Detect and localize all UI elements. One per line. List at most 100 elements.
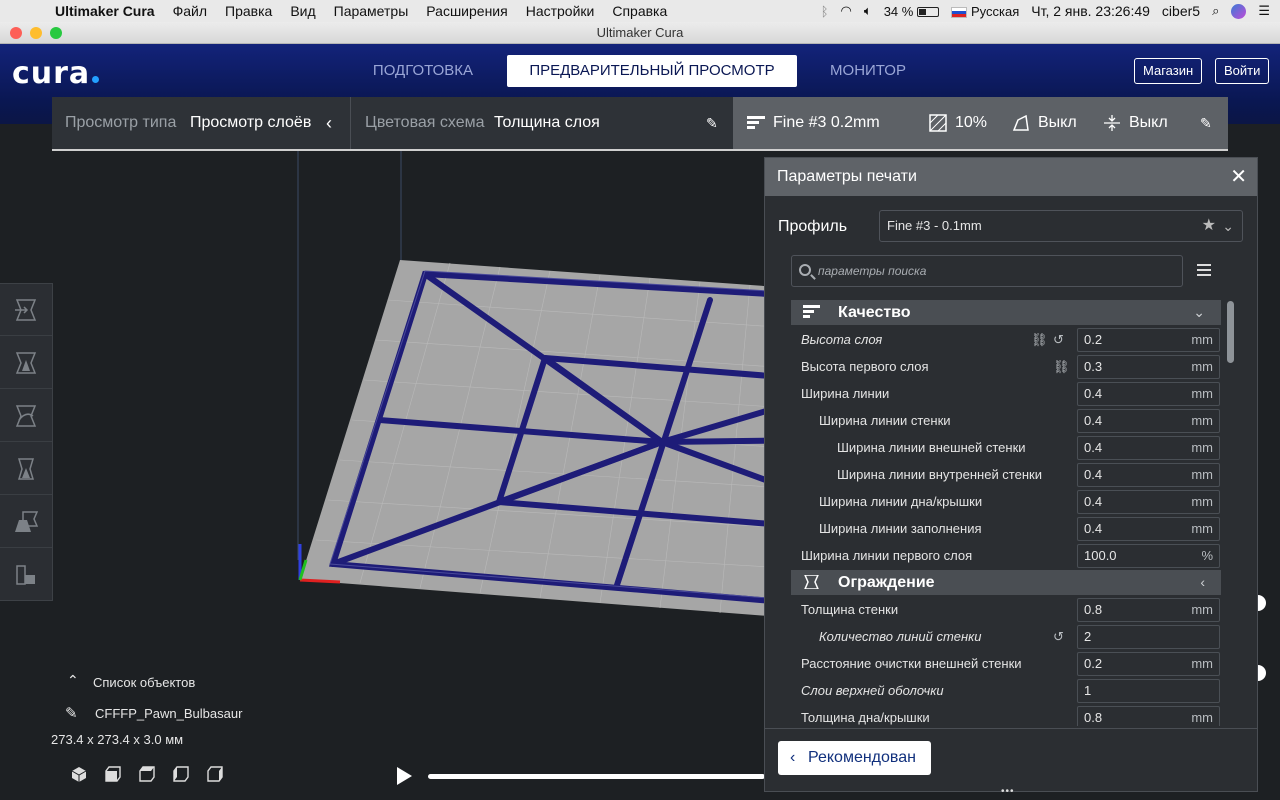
pencil-icon[interactable]: ✎ (65, 704, 78, 722)
notification-center-icon[interactable]: ☰ (1258, 3, 1270, 19)
setting-value-input[interactable]: 2 (1077, 625, 1220, 649)
rotate-icon (15, 404, 37, 427)
stage-monitor[interactable]: МОНИТОР (815, 55, 921, 87)
volume-icon[interactable]: 🔈︎ (864, 3, 872, 19)
link-icon[interactable]: ⛓ (1031, 326, 1048, 353)
panel-title: Параметры печати (777, 168, 917, 185)
layer-path-slider[interactable] (428, 774, 765, 779)
setting-value-input[interactable]: 0.4 mm (1077, 490, 1220, 514)
color-scheme-dropdown[interactable]: Толщина слоя (494, 97, 600, 149)
left-view-icon[interactable] (172, 765, 190, 783)
setting-value-input[interactable]: 100.0% (1077, 544, 1220, 568)
support-blocker-tool[interactable] (0, 549, 52, 601)
per-model-settings-icon (15, 510, 39, 532)
window-title: Ultimaker Cura (596, 25, 684, 40)
bluetooth-icon[interactable]: ᛒ (821, 4, 829, 19)
rotate-tool[interactable] (0, 390, 52, 442)
object-list-toggle[interactable]: ⌃ (67, 672, 79, 689)
stage-preview[interactable]: ПРЕДВАРИТЕЛЬНЫЙ ПРОСМОТР (507, 55, 797, 87)
siri-icon[interactable] (1231, 3, 1247, 19)
category-shell-label: Ограждение (838, 574, 935, 591)
play-icon[interactable] (397, 767, 412, 785)
infill-summary-text: 10% (955, 114, 988, 131)
stage-prepare[interactable]: ПОДГОТОВКА (360, 55, 486, 87)
per-model-settings-tool[interactable] (0, 496, 52, 548)
settings-scrollbar[interactable] (1227, 301, 1234, 363)
pencil-icon[interactable]: ✎ (706, 97, 718, 149)
setting-row: Ширина линии 0.4 mm (791, 380, 1221, 407)
menu-file[interactable]: Файл (164, 3, 216, 19)
setting-value-input[interactable]: 0.4 mm (1077, 517, 1220, 541)
support-blocker-icon (16, 565, 35, 585)
profile-dropdown[interactable]: Fine #3 - 0.1mm ★ ⌄ (879, 210, 1243, 242)
support-icon (1012, 114, 1029, 131)
setting-value-input[interactable]: 0.4 mm (1077, 409, 1220, 433)
zoom-window-button[interactable] (50, 27, 62, 39)
shell-icon (804, 575, 819, 589)
move-tool[interactable] (0, 284, 52, 336)
clock[interactable]: Чт, 2 янв. 23:26:49 (1031, 3, 1150, 19)
setting-value-input[interactable]: 0.3 mm (1077, 355, 1220, 379)
reset-icon[interactable]: ↺ (1053, 623, 1067, 650)
front-view-icon[interactable] (104, 765, 122, 783)
input-source[interactable]: Русская (950, 4, 1019, 19)
view-toolbar: Просмотр типа Просмотр слоёв ‹ Цветовая … (52, 97, 734, 151)
right-view-icon[interactable] (206, 765, 224, 783)
link-icon[interactable]: ⛓ (1053, 353, 1070, 380)
battery-status[interactable]: 34 % (884, 4, 939, 19)
setting-value-input[interactable]: 0.8 mm (1077, 598, 1220, 622)
recommended-mode-button[interactable]: ‹ Рекомендован (778, 741, 931, 775)
3d-view-icon[interactable] (70, 765, 88, 783)
profile-summary[interactable]: Fine #3 0.2mm (747, 97, 880, 149)
minimize-window-button[interactable] (30, 27, 42, 39)
setting-value-input[interactable]: 0.4 mm (1077, 382, 1220, 406)
chevron-left-icon: ‹ (790, 749, 796, 766)
menu-help[interactable]: Справка (603, 3, 676, 19)
support-summary[interactable]: Выкл (1012, 97, 1077, 149)
category-quality[interactable]: Качество ⌄ (791, 300, 1221, 325)
setting-row: Ширина линии дна/крышки 0.4 mm (791, 488, 1221, 515)
close-icon[interactable]: ✕ (1230, 158, 1247, 196)
menu-extensions[interactable]: Расширения (417, 3, 516, 19)
setting-label: Ширина линии дна/крышки (819, 494, 983, 509)
sign-in-button[interactable]: Войти (1215, 58, 1270, 84)
mirror-tool[interactable] (0, 443, 52, 495)
object-name[interactable]: CFFFP_Pawn_Bulbasaur (95, 706, 242, 721)
move-icon (15, 298, 37, 321)
menu-app-name[interactable]: Ultimaker Cura (46, 3, 164, 19)
menu-view[interactable]: Вид (281, 3, 324, 19)
scale-tool[interactable] (0, 337, 52, 389)
top-view-icon[interactable] (138, 765, 156, 783)
chevron-left-icon[interactable]: ‹ (326, 97, 332, 149)
user-name[interactable]: ciber5 (1162, 3, 1200, 19)
settings-visibility-menu-icon[interactable] (1197, 264, 1211, 276)
setting-value-input[interactable]: 0.4 mm (1077, 463, 1220, 487)
menu-settings[interactable]: Параметры (325, 3, 418, 19)
recommended-button-label: Рекомендован (808, 749, 916, 766)
menu-edit[interactable]: Правка (216, 3, 281, 19)
infill-summary[interactable]: 10% (929, 97, 987, 149)
view-type-dropdown[interactable]: Просмотр слоёв (190, 97, 311, 149)
close-window-button[interactable] (10, 27, 22, 39)
resize-handle[interactable]: ••• (1001, 786, 1015, 797)
star-icon[interactable]: ★ (1202, 211, 1216, 241)
wifi-icon[interactable]: ◠ (841, 3, 852, 19)
setting-value-input[interactable]: 1 (1077, 679, 1220, 703)
reset-icon[interactable]: ↺ (1053, 326, 1067, 353)
setting-label: Высота первого слоя (801, 359, 929, 374)
settings-search-input[interactable]: параметры поиска (791, 255, 1183, 287)
setting-value-input[interactable]: 0.2 mm (1077, 652, 1220, 676)
setting-value-input[interactable]: 0.4 mm (1077, 436, 1220, 460)
pencil-icon[interactable]: ✎ (1200, 97, 1212, 149)
setting-value-input[interactable]: 0.2 mm (1077, 328, 1220, 352)
marketplace-button[interactable]: Магазин (1134, 58, 1203, 84)
chevron-left-icon: ‹ (1200, 574, 1205, 590)
spotlight-icon[interactable]: ⌕ (1212, 3, 1219, 19)
adhesion-summary[interactable]: Выкл (1103, 97, 1168, 149)
category-shell[interactable]: Ограждение ‹ (791, 570, 1221, 595)
menu-preferences[interactable]: Настройки (517, 3, 604, 19)
print-setup-bar[interactable]: Fine #3 0.2mm 10% Выкл Выкл ✎ (733, 97, 1228, 151)
object-list-title[interactable]: Список объектов (93, 675, 195, 690)
setting-value-input[interactable]: 0.8 mm (1077, 706, 1220, 726)
setting-row: Толщина стенки 0.8 mm (791, 596, 1221, 623)
